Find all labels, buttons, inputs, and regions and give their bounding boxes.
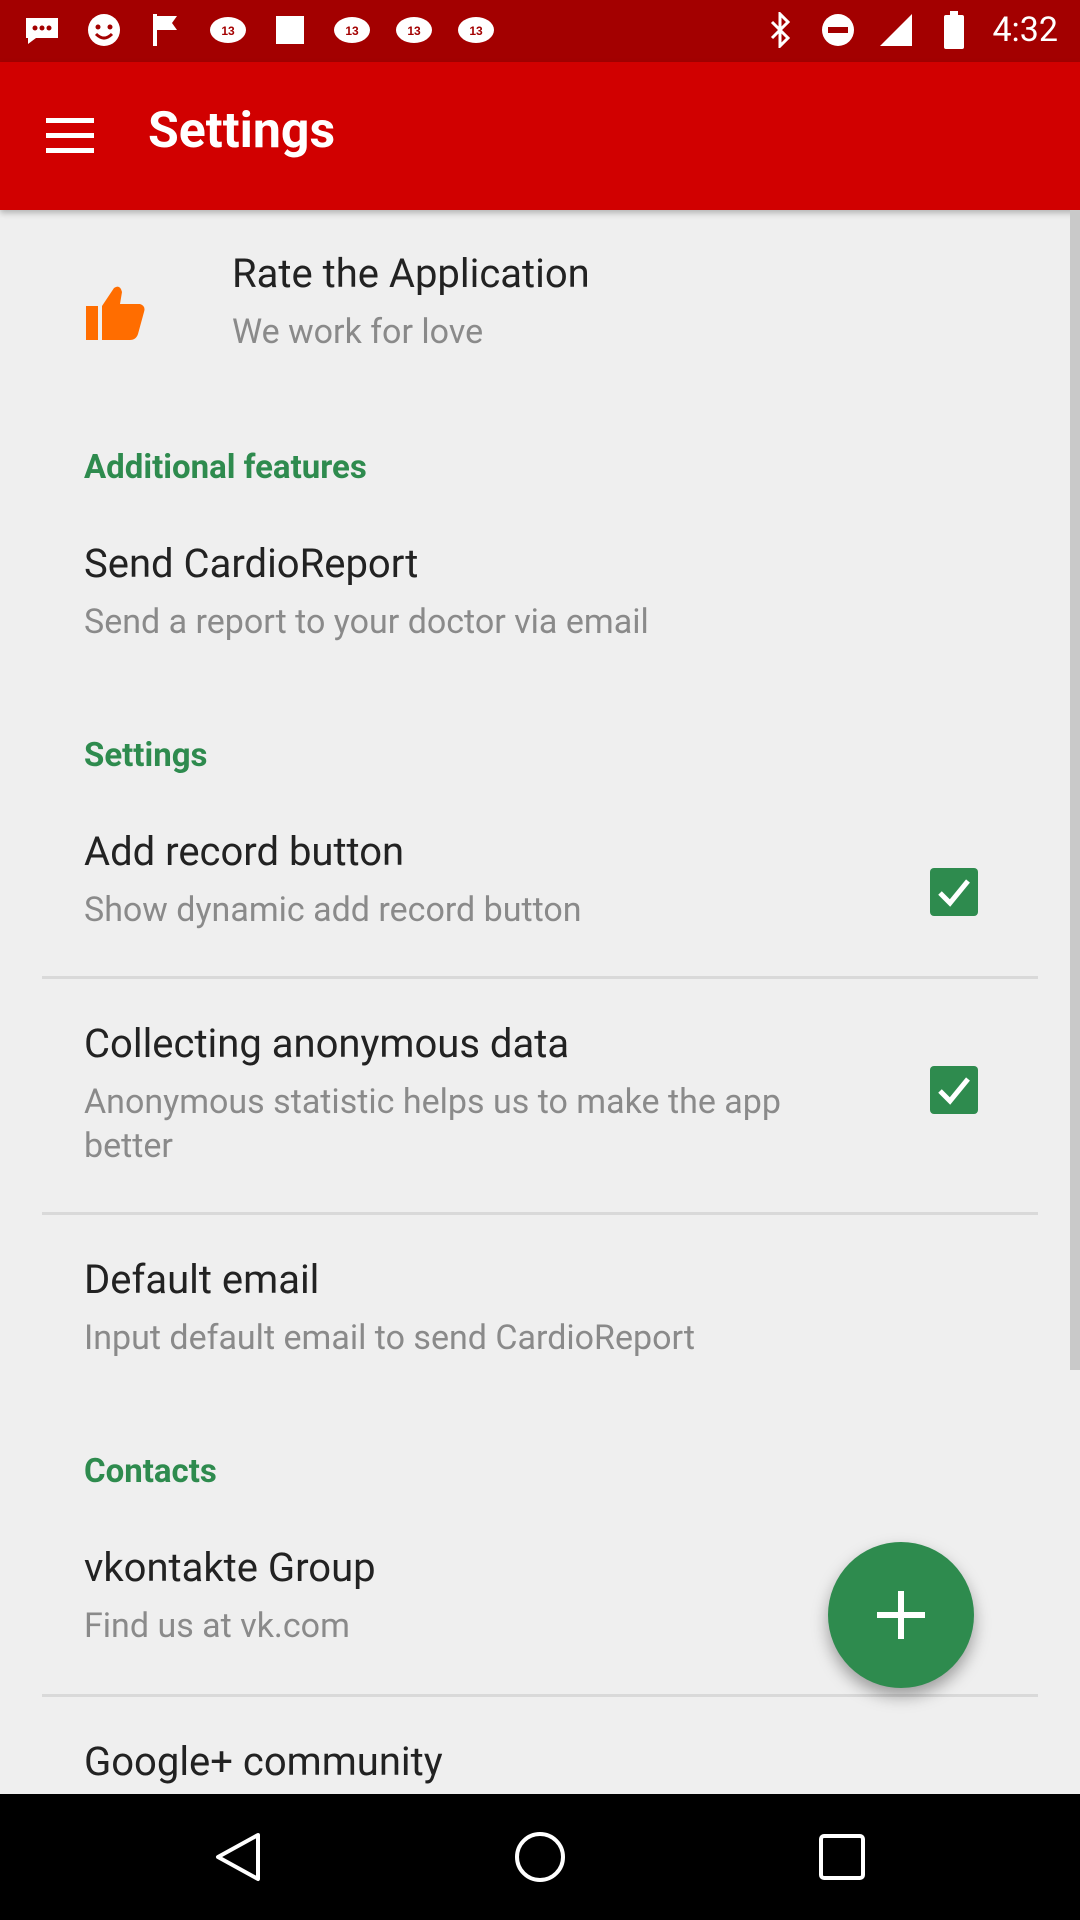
anonymous-data-row[interactable]: Collecting anonymous data Anonymous stat… bbox=[0, 1020, 1070, 1190]
home-circle-icon[interactable] bbox=[510, 1827, 570, 1887]
svg-text:13: 13 bbox=[345, 24, 359, 38]
divider bbox=[42, 1212, 1038, 1215]
add-record-title: Add record button bbox=[84, 828, 405, 875]
news-icon: 13 bbox=[332, 10, 372, 50]
thumbs-up-icon bbox=[84, 284, 148, 346]
scrollbar[interactable] bbox=[1070, 210, 1080, 1370]
dnd-icon bbox=[818, 10, 858, 50]
rate-subtitle: We work for love bbox=[232, 312, 484, 352]
app-icon bbox=[270, 10, 310, 50]
bluetooth-icon bbox=[760, 10, 800, 50]
hamburger-menu-icon[interactable] bbox=[40, 114, 100, 158]
vk-group-subtitle: Find us at vk.com bbox=[84, 1606, 350, 1646]
default-email-row[interactable]: Default email Input default email to sen… bbox=[0, 1256, 1070, 1376]
news-icon: 13 bbox=[394, 10, 434, 50]
battery-icon bbox=[934, 10, 974, 50]
send-report-title: Send CardioReport bbox=[84, 540, 419, 587]
send-report-subtitle: Send a report to your doctor via email bbox=[84, 602, 649, 642]
rate-title: Rate the Application bbox=[232, 250, 590, 297]
anonymous-data-subtitle: Anonymous statistic helps us to make the… bbox=[84, 1082, 781, 1166]
page-title: Settings bbox=[148, 102, 336, 160]
tv-icon: 13 bbox=[456, 10, 496, 50]
add-record-subtitle: Show dynamic add record button bbox=[84, 890, 582, 930]
send-report-row[interactable]: Send CardioReport Send a report to your … bbox=[0, 540, 1070, 660]
divider bbox=[42, 1694, 1038, 1697]
vk-group-title: vkontakte Group bbox=[84, 1544, 376, 1591]
add-record-fab[interactable] bbox=[828, 1542, 974, 1688]
face-icon bbox=[84, 10, 124, 50]
app-bar: Settings bbox=[0, 62, 1080, 210]
back-triangle-icon[interactable] bbox=[208, 1827, 268, 1887]
section-settings: Settings bbox=[84, 736, 208, 775]
svg-text:13: 13 bbox=[221, 24, 235, 38]
anonymous-data-title: Collecting anonymous data bbox=[84, 1020, 570, 1067]
default-email-subtitle: Input default email to send CardioReport bbox=[84, 1318, 695, 1358]
anonymous-data-checkbox[interactable] bbox=[930, 1066, 978, 1114]
section-contacts: Contacts bbox=[84, 1452, 217, 1491]
check-icon bbox=[938, 879, 970, 907]
google-plus-title: Google+ community bbox=[84, 1738, 443, 1785]
google-plus-row[interactable]: Google+ community bbox=[0, 1738, 1070, 1794]
svg-text:13: 13 bbox=[407, 24, 421, 38]
signal-icon bbox=[876, 10, 916, 50]
section-additional-features: Additional features bbox=[84, 448, 367, 487]
default-email-title: Default email bbox=[84, 1256, 320, 1303]
add-record-checkbox[interactable] bbox=[930, 868, 978, 916]
status-time: 4:32 bbox=[992, 10, 1058, 50]
plus-icon bbox=[877, 1591, 925, 1639]
divider bbox=[42, 976, 1038, 979]
svg-text:13: 13 bbox=[469, 24, 483, 38]
chat-icon bbox=[22, 10, 62, 50]
navigation-bar bbox=[0, 1794, 1080, 1920]
status-bar: 13 13 13 13 4:32 bbox=[0, 0, 1080, 62]
rate-app-row[interactable]: Rate the Application We work for love bbox=[0, 250, 1070, 380]
flag-icon bbox=[146, 10, 186, 50]
check-icon bbox=[938, 1077, 970, 1105]
add-record-row[interactable]: Add record button Show dynamic add recor… bbox=[0, 828, 1070, 958]
recents-square-icon[interactable] bbox=[812, 1827, 872, 1887]
news-icon: 13 bbox=[208, 10, 248, 50]
